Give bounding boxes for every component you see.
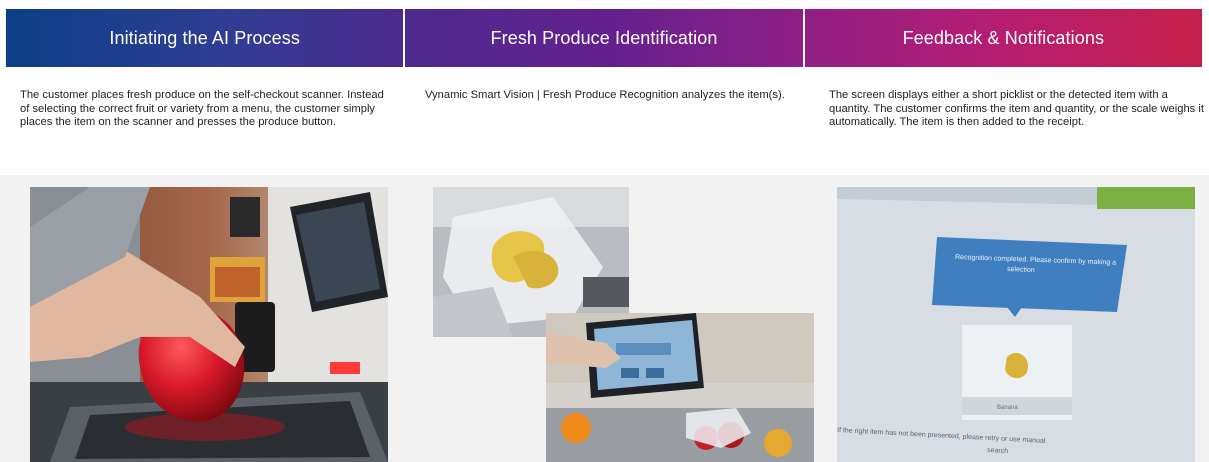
header-identification: Fresh Produce Identification	[403, 9, 802, 67]
photo-kiosk-fruits	[546, 313, 814, 462]
header-initiating: Initiating the AI Process	[109, 27, 300, 48]
screen-footer-line2: search	[987, 447, 1008, 455]
header-feedback: Feedback & Notifications	[802, 9, 1202, 67]
page: { "columns": [ { "title": "Initiating th…	[0, 0, 1209, 462]
photo-pepper-scanner	[30, 187, 388, 462]
description-feedback: The screen displays either a short pickl…	[829, 89, 1204, 129]
screen-message-line2: selection	[1007, 266, 1035, 274]
description-identification: Vynamic Smart Vision | Fresh Produce Rec…	[425, 89, 785, 101]
description-initiating: The customer places fresh produce on the…	[20, 89, 384, 129]
header-band: Initiating the AI Process Fresh Produce …	[6, 9, 1202, 67]
screen-item-label: Banana	[997, 405, 1018, 411]
photo-recognition-screen: Recognition completed. Please confirm by…	[837, 187, 1195, 462]
